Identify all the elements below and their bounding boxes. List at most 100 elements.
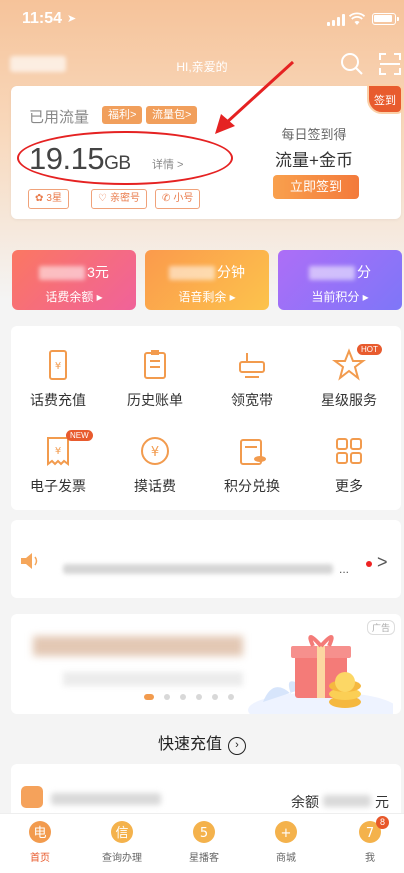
svg-text:5: 5 <box>200 826 208 841</box>
svg-text:+: + <box>281 826 292 841</box>
carousel-dot[interactable] <box>196 694 202 700</box>
sign-in-reward: 流量+金币 <box>275 151 353 170</box>
voice-value-blurred <box>169 266 215 281</box>
carousel-indicator <box>144 694 234 700</box>
contact-book-icon <box>21 786 43 808</box>
tab-label: 首页 <box>30 853 50 864</box>
small-number-chip[interactable]: ✆ 小号 <box>155 189 201 209</box>
service-points-exchange[interactable]: 积分兑换 <box>207 434 297 496</box>
carousel-dot-active[interactable] <box>144 694 154 700</box>
cellular-signal-icon <box>327 14 345 26</box>
balance-label: 余额 <box>291 794 319 810</box>
quick-recharge-title: 快速充值 <box>157 736 222 753</box>
service-label: 话费充值 <box>30 392 86 408</box>
tab-label: 星播客 <box>189 853 219 864</box>
mall-tab-icon: + <box>275 821 297 843</box>
service-phone-recharge[interactable]: ¥ 话费充值 <box>13 348 103 410</box>
svg-text:¥: ¥ <box>55 446 61 457</box>
points-card[interactable]: 分 当前积分 ▸ <box>278 250 402 310</box>
bill-history-icon <box>144 350 166 379</box>
service-label: 积分兑换 <box>224 478 280 494</box>
service-label: 领宽带 <box>231 392 273 408</box>
battery-icon <box>372 13 399 25</box>
tab-home[interactable]: 电 首页 <box>0 820 80 864</box>
home-tab-icon: 电 <box>29 821 51 843</box>
svg-text:¥: ¥ <box>151 445 159 460</box>
promo-banner[interactable]: 广告 <box>11 614 401 714</box>
star-podcast-tab-icon: 5 <box>193 821 215 843</box>
scan-icon[interactable] <box>378 52 402 76</box>
voice-label: 语音剩余 ▸ <box>178 290 236 304</box>
star-level-label: 3星 <box>46 193 62 204</box>
star-icon: ✿ <box>35 193 44 204</box>
balance-label: 话费余额 ▸ <box>45 290 103 304</box>
quick-recharge-header[interactable]: 快速充值 › <box>0 730 404 755</box>
svg-text:信: 信 <box>115 826 128 841</box>
sign-in-badge[interactable]: 签到 <box>367 84 403 114</box>
tab-label: 商城 <box>276 853 296 864</box>
more-grid-icon <box>336 438 362 464</box>
service-label: 电子发票 <box>30 478 86 494</box>
phone-recharge-icon: ¥ <box>49 350 67 380</box>
service-broadband[interactable]: 领宽带 <box>207 348 297 410</box>
voice-remaining-card[interactable]: 分钟 语音剩余 ▸ <box>145 250 269 310</box>
currency-unit: 元 <box>375 794 389 810</box>
service-label: 历史账单 <box>127 392 183 408</box>
svg-text:7: 7 <box>366 826 374 841</box>
carousel-dot[interactable] <box>164 694 170 700</box>
sign-in-button[interactable]: 立即签到 <box>273 175 359 199</box>
carousel-dot[interactable] <box>180 694 186 700</box>
phone-balance-card[interactable]: 3元 话费余额 ▸ <box>12 250 136 310</box>
points-exchange-icon <box>240 439 266 465</box>
query-tab-icon: 信 <box>111 821 133 843</box>
tab-label: 我 <box>365 853 375 864</box>
tab-mall[interactable]: + 商城 <box>246 820 326 864</box>
speaker-icon <box>21 553 38 569</box>
welfare-tag[interactable]: 福利> <box>102 106 143 124</box>
service-coin[interactable]: ¥ 摸话费 <box>110 434 200 496</box>
points-label: 当前积分 ▸ <box>311 290 369 304</box>
tab-query[interactable]: 信 查询办理 <box>82 820 162 864</box>
search-icon[interactable] <box>340 52 364 76</box>
gift-box-illustration <box>248 635 393 714</box>
unread-dot <box>366 561 372 567</box>
notice-ellipsis: ... <box>339 562 350 576</box>
service-label: 更多 <box>335 478 363 494</box>
svg-text:¥: ¥ <box>55 361 61 372</box>
family-number-label: 亲密号 <box>109 193 140 204</box>
broadband-icon <box>239 353 265 378</box>
small-number-label: 小号 <box>173 193 194 204</box>
star-level-chip[interactable]: ✿ 3星 <box>28 189 69 209</box>
chevron-right-icon[interactable]: > <box>377 552 388 573</box>
points-unit: 分 <box>357 264 371 280</box>
service-bill-history[interactable]: 历史账单 <box>110 348 200 410</box>
bottom-tab-bar: 电 首页 信 查询办理 5 星播客 + 商城 7 8 我 <box>0 813 404 873</box>
service-more[interactable]: 更多 <box>304 434 394 496</box>
phone-icon: ✆ <box>162 193 171 204</box>
carousel-dot[interactable] <box>228 694 234 700</box>
heart-icon: ♡ <box>98 193 107 204</box>
service-e-invoice[interactable]: ¥ NEW 电子发票 <box>13 430 103 496</box>
svg-text:电: 电 <box>33 826 46 841</box>
data-package-tag[interactable]: 流量包> <box>146 106 198 124</box>
service-star-level[interactable]: HOT 星级服务 <box>304 344 394 410</box>
tab-star-podcast[interactable]: 5 星播客 <box>164 820 244 864</box>
tab-label: 查询办理 <box>102 853 142 864</box>
family-number-chip[interactable]: ♡ 亲密号 <box>91 189 147 209</box>
balance-value-blurred <box>39 266 86 281</box>
service-grid: ¥ 话费充值 历史账单 领宽带 HOT 星级服务 ¥ NEW 电子发票 ¥ 摸话… <box>11 326 401 510</box>
service-label: 摸话费 <box>134 478 176 494</box>
new-badge: NEW <box>66 430 93 441</box>
voice-unit: 分钟 <box>217 264 245 280</box>
balance-value-blurred <box>323 795 371 807</box>
notice-bar[interactable]: ... > <box>11 520 401 598</box>
status-time: 11:54 <box>22 10 63 27</box>
service-label: 星级服务 <box>321 392 377 408</box>
carousel-dot[interactable] <box>212 694 218 700</box>
used-data-label: 已用流量 <box>29 109 90 126</box>
balance-unit: 3元 <box>87 264 109 280</box>
banner-title-blurred <box>33 636 243 656</box>
hot-badge: HOT <box>357 344 382 355</box>
status-bar: 11:54 ➤ <box>0 0 404 40</box>
tab-me[interactable]: 7 8 我 <box>330 816 404 864</box>
